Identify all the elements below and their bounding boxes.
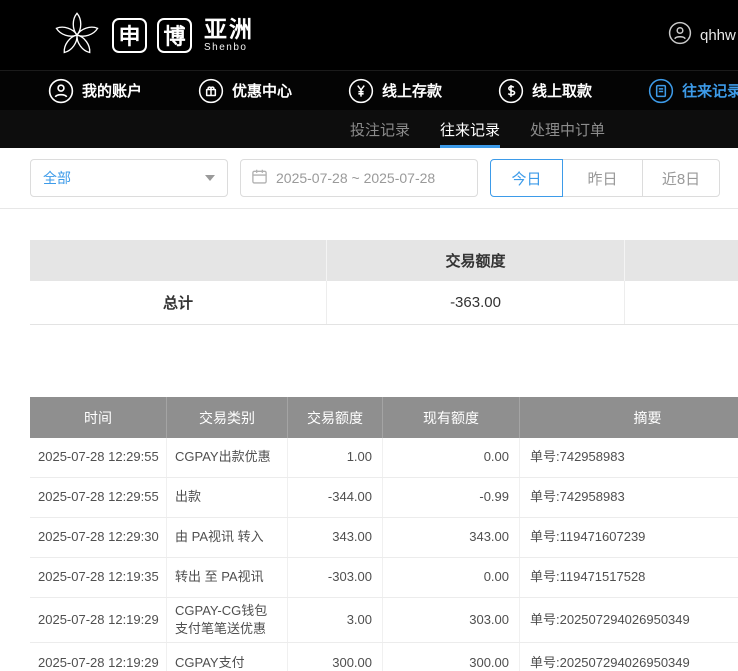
cell-type: 转出 至 PA视讯 [167,558,288,597]
summary-total-value: -363.00 [327,281,625,324]
brand-logo[interactable]: 申 博 亚洲 Shenbo [52,10,254,60]
cell-balance: 300.00 [383,643,520,671]
cell-balance: 0.00 [383,438,520,477]
col-header-type: 交易类别 [167,397,288,438]
records-table: 时间 交易类别 交易额度 现有额度 摘要 2025-07-28 12:29:55… [30,397,738,671]
filter-bar: 全部 2025-07-28 ~ 2025-07-28 今日 昨日 近8日 [0,148,738,209]
nav-item-withdraw[interactable]: 线上取款 [498,78,592,104]
tab-processing-orders[interactable]: 处理中订单 [530,110,605,148]
cell-summary: 单号:119471607239 [520,518,738,557]
date-range-value: 2025-07-28 ~ 2025-07-28 [276,170,435,186]
last-8-days-button[interactable]: 近8日 [642,159,720,197]
user-circle-icon [48,78,74,104]
withdraw-coin-icon [498,78,524,104]
cell-type: 出款 [167,478,288,517]
table-row: 2025-07-28 12:29:55 CGPAY出款优惠 1.00 0.00 … [30,438,738,478]
cell-amount: 1.00 [288,438,383,477]
tab-transaction-records[interactable]: 往来记录 [440,110,500,148]
cell-time: 2025-07-28 12:19:35 [30,558,167,597]
quick-date-button-group: 今日 昨日 近8日 [490,159,720,197]
nav-item-records[interactable]: 往来记录 [648,78,738,104]
main-navigation: 我的账户 优惠中心 线上存款 线上取款 [0,70,738,110]
category-select-value: 全部 [43,168,205,188]
cell-summary: 单号:202507294026950349 [520,643,738,671]
category-select[interactable]: 全部 [30,159,228,197]
nav-label: 往来记录 [682,80,738,101]
cell-amount: 343.00 [288,518,383,557]
col-header-balance: 现有额度 [383,397,520,438]
cell-type: CGPAY支付 [167,643,288,671]
account-menu[interactable]: qhhw [668,0,736,70]
cell-amount: -303.00 [288,558,383,597]
cell-summary: 单号:202507294026950349 [520,598,738,642]
summary-table: 交易额度 总计 -363.00 [30,240,738,325]
cell-type: 由 PA视讯 转入 [167,518,288,557]
col-header-amount: 交易额度 [288,397,383,438]
nav-label: 线上存款 [382,80,442,101]
summary-header-empty [30,240,327,281]
chevron-down-icon [205,175,215,181]
cell-balance: 303.00 [383,598,520,642]
today-button[interactable]: 今日 [490,159,563,197]
top-header-bar: 申 博 亚洲 Shenbo qhhw [0,0,738,70]
col-header-summary: 摘要 [520,397,738,438]
table-row: 2025-07-28 12:19:35 转出 至 PA视讯 -303.00 0.… [30,558,738,598]
date-range-picker[interactable]: 2025-07-28 ~ 2025-07-28 [240,159,478,197]
table-row: 2025-07-28 12:19:29 CGPAY支付 300.00 300.0… [30,643,738,671]
cell-amount: 3.00 [288,598,383,642]
deposit-coin-icon [348,78,374,104]
summary-header-empty [625,240,738,281]
table-row: 2025-07-28 12:19:29 CGPAY-CG钱包支付笔笔送优惠 3.… [30,598,738,643]
yesterday-button[interactable]: 昨日 [562,159,643,197]
cell-time: 2025-07-28 12:29:55 [30,478,167,517]
cell-time: 2025-07-28 12:29:55 [30,438,167,477]
nav-label: 优惠中心 [232,80,292,101]
gift-icon [198,78,224,104]
cell-amount: 300.00 [288,643,383,671]
cell-time: 2025-07-28 12:29:30 [30,518,167,557]
lotus-flower-icon [52,10,102,60]
col-header-time: 时间 [30,397,167,438]
cell-time: 2025-07-28 12:19:29 [30,598,167,642]
logo-latin-text: Shenbo [204,42,254,53]
logo-char-shen: 申 [112,18,147,53]
table-row: 2025-07-28 12:29:55 出款 -344.00 -0.99 单号:… [30,478,738,518]
records-document-icon [648,78,674,104]
calendar-icon [251,168,268,188]
cell-time: 2025-07-28 12:19:29 [30,643,167,671]
cell-amount: -344.00 [288,478,383,517]
nav-label: 线上取款 [532,80,592,101]
cell-type: CGPAY-CG钱包支付笔笔送优惠 [167,598,288,642]
summary-header-amount: 交易额度 [327,240,625,281]
nav-item-promotions[interactable]: 优惠中心 [198,78,292,104]
summary-header-row: 交易额度 [30,240,738,281]
logo-char-bo: 博 [157,18,192,53]
cell-summary: 单号:742958983 [520,478,738,517]
user-avatar-icon [668,21,692,49]
summary-total-label: 总计 [30,281,327,324]
nav-item-my-account[interactable]: 我的账户 [48,78,142,104]
username-text: qhhw [700,27,736,44]
cell-summary: 单号:742958983 [520,438,738,477]
cell-balance: -0.99 [383,478,520,517]
cell-balance: 0.00 [383,558,520,597]
tab-betting-records[interactable]: 投注记录 [350,110,410,148]
summary-empty-cell [625,281,738,324]
records-table-header: 时间 交易类别 交易额度 现有额度 摘要 [30,397,738,438]
logo-region-text: 亚洲 [204,17,254,42]
nav-item-deposit[interactable]: 线上存款 [348,78,442,104]
summary-total-row: 总计 -363.00 [30,281,738,325]
records-tab-bar: 投注记录 往来记录 处理中订单 [0,110,738,148]
nav-label: 我的账户 [82,80,142,101]
cell-type: CGPAY出款优惠 [167,438,288,477]
table-row: 2025-07-28 12:29:30 由 PA视讯 转入 343.00 343… [30,518,738,558]
cell-balance: 343.00 [383,518,520,557]
cell-summary: 单号:119471517528 [520,558,738,597]
